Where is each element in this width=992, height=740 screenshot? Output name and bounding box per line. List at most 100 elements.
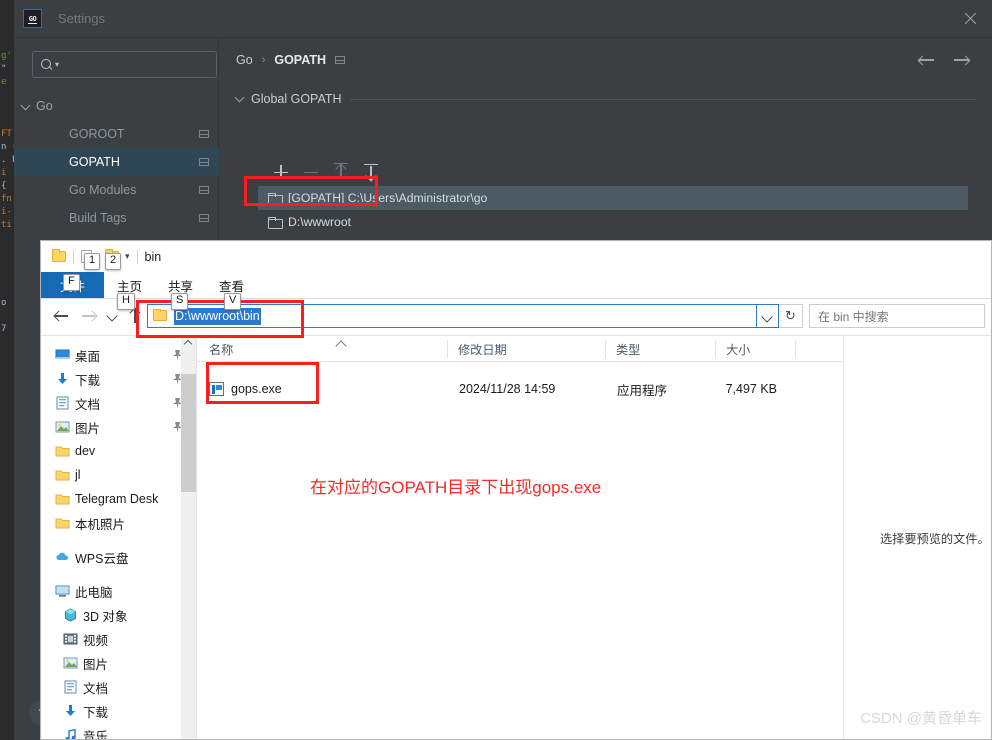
settings-scope-icon [199,158,209,166]
this-pc-icon [55,584,70,598]
nav-item-label: 图片 [83,657,109,672]
sidebar-item-gopath[interactable]: GOPATH [14,148,219,176]
breadcrumb: Go › GOPATH [236,53,345,67]
breadcrumb-current: GOPATH [274,53,326,67]
sort-ascending-icon [335,339,347,352]
explorer-titlebar: ▾ bin [41,241,991,272]
forward-arrow-icon[interactable] [75,303,103,329]
nav-item-label: jl [75,468,81,482]
music-icon [63,728,78,739]
watermark: CSDN @黄昏单车 [860,710,982,727]
pictures-icon [55,420,70,434]
gopath-item-label: [GOPATH] C:\Users\Administrator\go [288,191,488,205]
nav-item-desktop[interactable]: 桌面 [41,343,196,367]
sidebar-item-label: Go Modules [69,183,137,197]
nav-item-3d-objects[interactable]: 3D 对象 [41,603,196,627]
nav-item-label: 3D 对象 [83,609,128,624]
nav-item-downloads[interactable]: 下载 [41,367,196,391]
refresh-button[interactable]: ↻ [779,304,803,328]
column-header-date-modified[interactable]: 修改日期 [447,339,605,358]
folder-icon [55,468,70,482]
sidebar-item-label: GOROOT [69,127,125,141]
gopath-list-item[interactable]: D:\wwwroot [258,210,968,234]
file-row[interactable]: gops.exe 2024/11/28 14:59 应用程序 7,497 KB [197,375,843,403]
nav-item-music[interactable]: 音乐 [41,723,196,739]
gopath-list-item[interactable]: [GOPATH] C:\Users\Administrator\go [258,186,968,210]
keytip-badge-share: S [171,293,189,310]
keytip-badge-home: H [117,293,135,310]
nav-item-documents-pc[interactable]: 文档 [41,675,196,699]
file-list-pane: 名称 修改日期 类型 大小 gops.exe 2024/11/28 14:59 … [196,336,843,739]
nav-item-pictures[interactable]: 图片 [41,415,196,439]
sidebar-item-label: Build Tags [69,211,127,225]
address-value: D:\wwwroot\bin [174,307,261,325]
breadcrumb-root[interactable]: Go [236,53,253,67]
nav-item-label: 图片 [75,421,101,436]
keytip-badge-view: V [224,293,242,310]
customize-quick-access-icon[interactable]: ▾ [125,251,130,262]
nav-item-documents[interactable]: 文档 [41,391,196,415]
file-type: 应用程序 [617,383,668,398]
forward-arrow-icon[interactable] [953,53,970,67]
folder-icon [152,308,169,323]
column-header-type[interactable]: 类型 [605,339,715,358]
file-name: gops.exe [231,382,282,396]
column-header-size[interactable]: 大小 [715,339,795,358]
chevron-down-icon [234,92,245,103]
nav-item-telegram-desktop[interactable]: Telegram Desk [41,487,196,511]
nav-item-local-photos[interactable]: 本机照片 [41,511,196,535]
folder-icon [268,193,283,205]
back-arrow-icon[interactable] [918,53,935,67]
nav-item-downloads-pc[interactable]: 下载 [41,699,196,723]
folder-icon [55,444,70,458]
nav-item-label: WPS云盘 [75,551,129,566]
sidebar-item-go-modules[interactable]: Go Modules [14,176,219,204]
search-input[interactable]: ▾ [32,51,217,78]
sidebar-item-goroot[interactable]: GOROOT [14,120,219,148]
column-header-name[interactable]: 名称 [197,339,447,358]
gopath-item-label: D:\wwwroot [288,215,351,229]
add-path-button[interactable] [268,161,294,183]
move-up-button[interactable] [328,161,354,183]
sidebar-item-label: GOPATH [69,155,120,169]
window-title: bin [144,249,162,264]
folder-icon[interactable] [51,249,68,264]
desktop-icon [55,348,70,362]
downloads-icon [63,704,78,718]
move-down-button[interactable] [358,161,384,183]
nav-item-jl[interactable]: jl [41,463,196,487]
remove-path-button[interactable] [298,161,324,183]
nav-item-wps-cloud[interactable]: WPS云盘 [41,545,196,569]
gopath-list-toolbar [258,158,968,186]
breadcrumb-separator: › [261,54,266,66]
sidebar-item-go[interactable]: Go [14,92,219,120]
settings-titlebar: GO Settings [14,0,992,38]
nav-item-videos[interactable]: 视频 [41,627,196,651]
column-header-extra[interactable] [795,339,835,358]
explorer-search-input[interactable]: 在 bin 中搜索 [809,304,985,328]
folder-icon [268,217,283,229]
scroll-up-icon[interactable] [183,339,193,349]
nav-item-this-pc[interactable]: 此电脑 [41,579,196,603]
nav-item-pictures-pc[interactable]: 图片 [41,651,196,675]
settings-nav-arrows [918,53,970,67]
navigation-pane-scrollbar[interactable] [181,336,196,739]
close-icon[interactable] [963,11,978,26]
keytip-badge-file: F [63,274,80,291]
nav-item-label: 此电脑 [75,585,113,600]
preview-pane: 选择要预览的文件。 [843,336,991,739]
folder-icon [55,492,70,506]
3d-objects-icon [63,608,78,622]
nav-item-label: 文档 [75,397,101,412]
sidebar-item-build-tags[interactable]: Build Tags [14,204,219,232]
scrollbar-thumb[interactable] [181,374,196,492]
sidebar-item-label: Go [36,99,53,113]
chevron-down-icon[interactable] [757,304,779,328]
back-arrow-icon[interactable] [47,303,75,329]
nav-item-label: 文档 [83,681,109,696]
global-gopath-section-header[interactable]: Global GOPATH [234,92,976,106]
documents-icon [55,396,70,410]
nav-item-dev[interactable]: dev [41,439,196,463]
nav-item-label: 下载 [75,373,101,388]
nav-item-label: dev [75,444,96,458]
